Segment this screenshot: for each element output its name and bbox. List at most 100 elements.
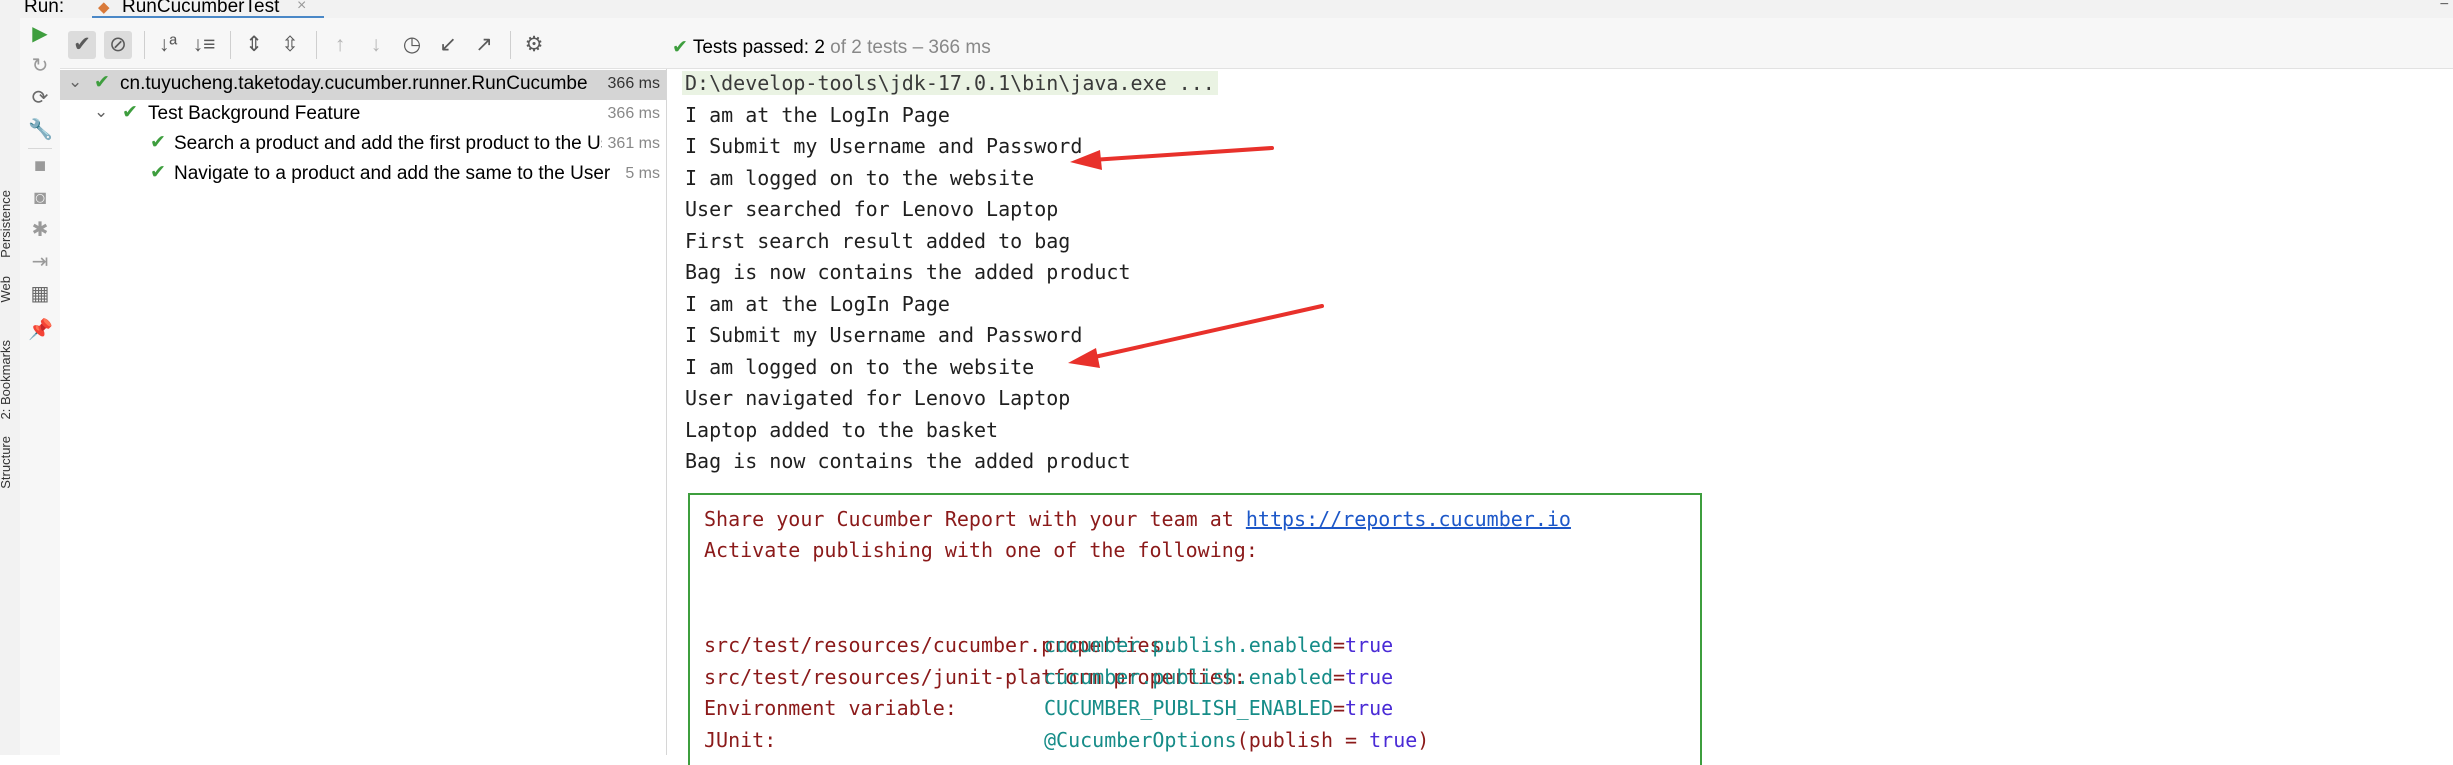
console-line: I am logged on to the website [685,355,1035,379]
tree-row-feature[interactable]: ⌄ ✔ Test Background Feature 366 ms [60,100,666,130]
run-vertical-toolbar: ▶ ↻ ⟳ 🔧 ■ ◙ ✱ ⇥ ▦ 📌 [20,18,61,755]
cucumber-report-banner: Share your Cucumber Report with your tea… [688,493,1702,765]
banner-share-line: Share your Cucumber Report with your tea… [704,507,1571,531]
console-line: I am at the LogIn Page [685,292,950,316]
tree-row-time: 366 ms [607,75,660,92]
next-failed-icon[interactable]: ↓ [362,31,390,59]
option-literal: true [1345,696,1394,720]
pin-icon[interactable]: 📌 [28,318,53,342]
console-line: User navigated for Lenovo Laptop [685,386,1071,410]
toolbar-separator [316,31,317,59]
previous-failed-icon[interactable]: ↑ [326,31,354,59]
tree-row-label: cn.tuyucheng.taketoday.cucumber.runner.R… [120,73,588,94]
console-line: First search result added to bag [685,229,1071,253]
passed-check-icon: ✔ [672,37,688,58]
status-of-total: of 2 tests [830,37,908,58]
option-close: ) [1417,728,1430,752]
console-line: Laptop added to the basket [685,418,999,442]
minimize-icon[interactable]: − [2440,0,2449,14]
status-time: 366 ms [928,37,991,58]
option-name: cucumber.publish.enabled [1044,633,1333,657]
option-eq: = [1332,633,1346,657]
cucumber-run-icon: ◆ [98,0,110,16]
tree-row-time: 5 ms [625,165,660,182]
tab-run-cucumber-test[interactable]: ◆ RunCucumberTest × [92,0,306,17]
chevron-down-icon[interactable]: ⌄ [68,72,82,92]
side-tab-persistence[interactable]: Persistence [0,190,13,258]
tree-row-scenario[interactable]: ✔ Search a product and add the first pro… [60,130,666,160]
option-eq: = [1332,696,1346,720]
show-passed-icon[interactable]: ✔ [68,31,96,59]
test-tree: ⌄ ✔ cn.tuyucheng.taketoday.cucumber.runn… [60,69,667,755]
console-line: User searched for Lenovo Laptop [685,197,1059,221]
status-count: 2 [814,37,825,58]
toggle-auto-test-icon[interactable]: ⟳ [28,86,52,110]
banner-option-value: @CucumberOptions(publish = true) [1044,728,1429,752]
close-icon[interactable]: × [297,0,306,15]
passed-check-icon: ✔ [122,102,138,123]
console-line: Bag is now contains the added product [685,260,1131,284]
console-line: I Submit my Username and Password [685,134,1083,158]
debug-icon[interactable]: ✱ [28,218,52,242]
tree-row-scenario[interactable]: ✔ Navigate to a product and add the same… [60,160,666,190]
exit-icon[interactable]: ⇥ [28,250,52,274]
cucumber-report-link[interactable]: https://reports.cucumber.io [1246,507,1571,531]
show-ignored-icon[interactable]: ⊘ [104,31,132,59]
banner-option-value: CUCUMBER_PUBLISH_ENABLED=true [1044,696,1393,720]
banner-option-key: JUnit: [704,728,777,752]
console-line: I am at the LogIn Page [685,103,950,127]
option-eq: = [1332,665,1346,689]
gear-icon[interactable]: ⚙ [520,31,548,59]
sort-alphabetically-icon[interactable]: ↓ª [154,31,182,59]
collapse-all-icon[interactable]: ⇳ [276,31,304,59]
side-tab-web[interactable]: Web [0,276,13,303]
expand-all-icon[interactable]: ⇕ [240,31,268,59]
tree-row-time: 361 ms [607,135,660,152]
option-name: CUCUMBER_PUBLISH_ENABLED [1044,696,1333,720]
chevron-down-icon[interactable]: ⌄ [94,102,108,122]
toolbar-separator [510,31,511,59]
console-line: I Submit my Username and Password [685,323,1083,347]
option-name: cucumber.publish.enabled [1044,665,1333,689]
rerun-icon[interactable]: ▶ [28,22,52,46]
banner-share-text: Share your Cucumber Report with your tea… [704,507,1246,531]
history-icon[interactable]: ◷ [398,31,426,59]
tree-row-label: Search a product and add the first produ… [174,133,602,154]
side-tab-structure[interactable]: Structure [0,436,13,489]
sort-by-duration-icon[interactable]: ↓≡ [190,31,218,59]
test-status: ✔ Tests passed: 2 of 2 tests – 366 ms [672,36,991,59]
option-name: @CucumberOptions [1044,728,1237,752]
tree-row-root[interactable]: ⌄ ✔ cn.tuyucheng.taketoday.cucumber.runn… [60,70,666,100]
option-literal: true [1345,633,1394,657]
import-tests-icon[interactable]: ↙ [434,31,462,59]
banner-option-value: cucumber.publish.enabled=true [1044,633,1393,657]
export-tests-icon[interactable]: ↗ [470,31,498,59]
passed-check-icon: ✔ [150,132,166,153]
wrench-icon[interactable]: 🔧 [28,118,53,142]
layout-icon[interactable]: ▦ [28,282,52,306]
status-passed-label: Tests passed: [692,37,810,58]
test-toolbar: ✔ ⊘ ↓ª ↓≡ ⇕ ⇳ ↑ ↓ ◷ ↙ ↗ ⚙ ✔ Tests passed… [60,18,2453,69]
tree-row-label: Navigate to a product and add the same t… [174,163,616,184]
stop-icon[interactable]: ■ [28,154,52,178]
console-line: Bag is now contains the added product [685,449,1131,473]
passed-check-icon: ✔ [150,162,166,183]
console-line: I am logged on to the website [685,166,1035,190]
status-separator: – [912,37,924,58]
option-eq: (publish = [1236,728,1370,752]
rerun-failed-icon[interactable]: ↻ [28,54,52,78]
camera-icon[interactable]: ◙ [28,186,52,210]
option-literal: true [1345,665,1394,689]
option-literal: true [1369,728,1418,752]
tree-row-label: Test Background Feature [148,103,361,124]
banner-option-value: cucumber.publish.enabled=true [1044,665,1393,689]
run-toolwindow-header: Run: ◆ RunCucumberTest × − [0,0,2453,19]
console-command-line[interactable]: D:\develop-tools\jdk-17.0.1\bin\java.exe… [682,71,1218,95]
toolbar-separator [28,148,52,149]
console-output[interactable]: D:\develop-tools\jdk-17.0.1\bin\java.exe… [667,69,2453,765]
toolbar-separator [230,31,231,59]
side-tab-bookmarks[interactable]: 2: Bookmarks [0,340,13,419]
banner-option-key: Environment variable: [704,696,957,720]
passed-check-icon: ✔ [94,72,110,93]
toolbar-separator [144,31,145,59]
